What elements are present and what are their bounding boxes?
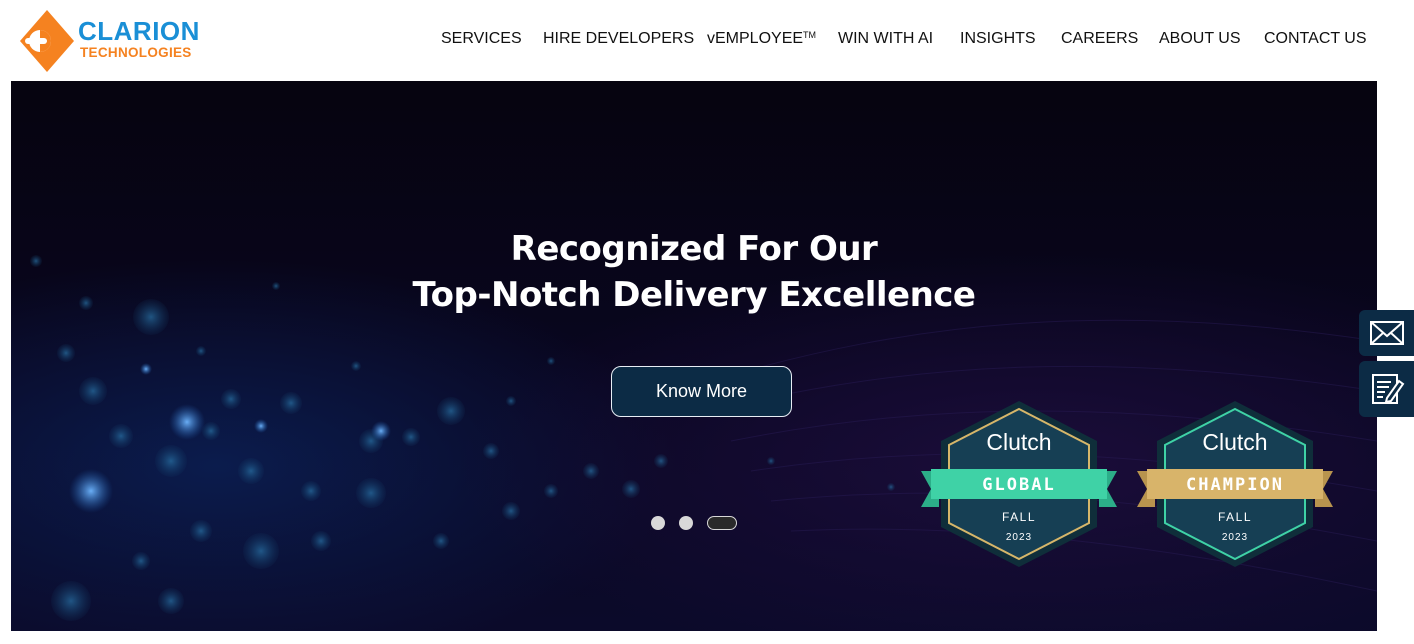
badge-ribbon-text: CHAMPION [1186, 475, 1284, 495]
nav-item-about-us[interactable]: ABOUT US [1159, 30, 1241, 48]
nav-item-hire-developers[interactable]: HIRE DEVELOPERS [543, 30, 694, 48]
nav-item-win-with-ai[interactable]: WIN WITH AI [838, 30, 933, 48]
badge-year: 2023 [1005, 532, 1033, 543]
hero-banner: Recognized For Our Top-Notch Delivery Ex… [11, 81, 1377, 631]
badge-season: FALL [1001, 510, 1037, 524]
enquiry-form-side-button[interactable] [1359, 361, 1414, 417]
hero-title-line1: Recognized For Our [510, 229, 878, 269]
badge-brand: Clutch [986, 429, 1052, 455]
badge-brand: Clutch [1202, 429, 1268, 455]
logo-tagline: TECHNOLOGIES [80, 45, 192, 60]
site-header: CLARION TECHNOLOGIES SERVICES HIRE DEVEL… [0, 0, 1414, 81]
nav-item-insights[interactable]: INSIGHTS [960, 30, 1036, 48]
clutch-champion-badge: Clutch CHAMPION FALL 2023 [1135, 399, 1335, 569]
clutch-global-badge: Clutch GLOBAL FALL 2023 [919, 399, 1119, 569]
badge-ribbon-text: GLOBAL [982, 475, 1056, 495]
trademark-mark: TM [803, 30, 817, 40]
form-edit-icon [1371, 374, 1404, 404]
nav-item-services[interactable]: SERVICES [441, 30, 522, 48]
hero-title-line2: Top-Notch Delivery Excellence [412, 275, 977, 315]
badge-year: 2023 [1221, 532, 1249, 543]
logo-mark-icon [20, 10, 74, 72]
carousel-dot-3[interactable] [707, 516, 737, 530]
nav-item-careers[interactable]: CAREERS [1061, 30, 1138, 48]
nav-item-vemployee[interactable]: vEMPLOYEETM [707, 30, 816, 48]
email-side-button[interactable] [1359, 310, 1414, 356]
envelope-icon [1369, 321, 1404, 345]
nav-item-contact-us[interactable]: CONTACT US [1264, 30, 1367, 48]
clarion-logo[interactable]: CLARION TECHNOLOGIES [18, 8, 218, 74]
carousel-dot-1[interactable] [651, 516, 665, 530]
know-more-button[interactable]: Know More [611, 366, 792, 417]
logo-wordmark: CLARION [78, 16, 200, 46]
carousel-dot-2[interactable] [679, 516, 693, 530]
badge-season: FALL [1217, 510, 1253, 524]
nav-item-vemployee-label: vEMPLOYEE [707, 30, 804, 47]
